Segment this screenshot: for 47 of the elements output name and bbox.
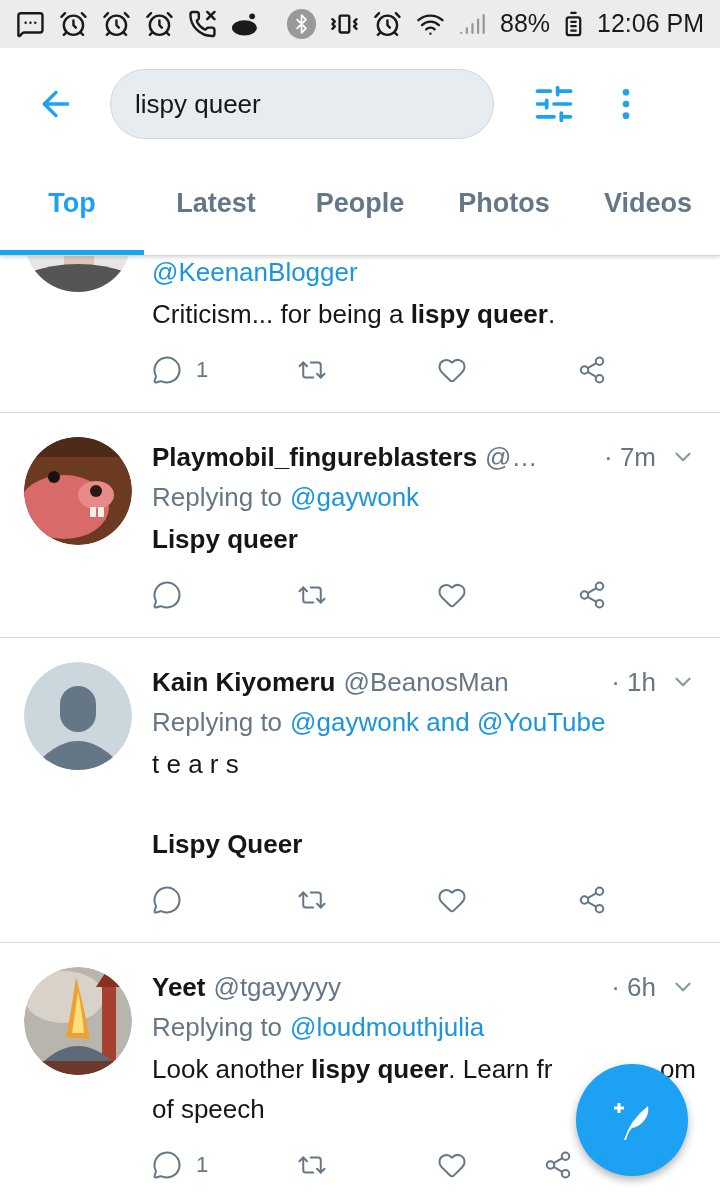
user-name[interactable]: Playmobil_fingureblasters <box>152 437 478 477</box>
tweet-text: Look another lispy queer. Learn fr <box>152 1053 553 1086</box>
tweet-text: of speech <box>152 1093 265 1126</box>
user-handle: @tgayyyyy <box>213 971 342 1004</box>
tweet-time: · 1h <box>611 666 656 699</box>
alarm-icon <box>144 9 174 39</box>
tweet-text: Criticism... for being a lispy queer. <box>152 298 556 331</box>
reply-mention-link[interactable]: @gaywonk and @YouTube <box>290 702 606 742</box>
tweet-text: Lispy Queer <box>152 828 303 861</box>
share-icon[interactable] <box>577 885 607 915</box>
default-avatar-icon <box>24 662 132 770</box>
reply-icon[interactable] <box>152 1150 182 1180</box>
replying-label: Replying to <box>152 706 283 739</box>
reply-icon[interactable] <box>152 885 182 915</box>
reply-count: 1 <box>196 1151 209 1179</box>
alarm-icon <box>373 9 403 39</box>
battery-percent: 88% <box>500 8 551 40</box>
missed-call-icon <box>187 9 217 39</box>
user-handle: @… <box>485 441 538 474</box>
replying-label: Replying to <box>152 481 283 514</box>
tweet-time: · 7m <box>604 441 656 474</box>
message-icon <box>16 9 45 39</box>
alarm-icon <box>101 9 131 39</box>
user-handle[interactable]: @KeenanBlogger <box>152 252 696 292</box>
bluetooth-icon <box>287 9 317 39</box>
share-icon[interactable] <box>543 1150 573 1180</box>
reply-icon[interactable] <box>152 580 182 610</box>
reply-icon[interactable] <box>152 355 182 385</box>
share-icon[interactable] <box>577 580 607 610</box>
tweet-text: t e a r s <box>152 748 239 781</box>
replying-label: Replying to <box>152 1011 283 1044</box>
tab[interactable]: Videos <box>576 160 720 255</box>
user-name[interactable]: Kain Kiyomeru <box>152 662 336 702</box>
tweet-time: · 6h <box>611 971 656 1004</box>
reply-mention-link[interactable]: @gaywonk <box>290 477 420 517</box>
tweet-text: Lispy queer <box>152 523 298 556</box>
tab[interactable]: People <box>288 160 432 255</box>
share-icon[interactable] <box>577 355 607 385</box>
reply-count: 1 <box>196 356 209 384</box>
search-field[interactable]: lispy queer <box>110 69 494 139</box>
user-handle: @BeanosMan <box>343 666 509 699</box>
tab[interactable]: Latest <box>144 160 288 255</box>
tab[interactable]: Photos <box>432 160 576 255</box>
reply-mention-link[interactable]: @loudmouthjulia <box>290 1007 485 1047</box>
user-name[interactable]: Yeet <box>152 967 206 1007</box>
clock-time: 12:06 PM <box>597 8 704 40</box>
alarm-icon <box>58 9 88 39</box>
